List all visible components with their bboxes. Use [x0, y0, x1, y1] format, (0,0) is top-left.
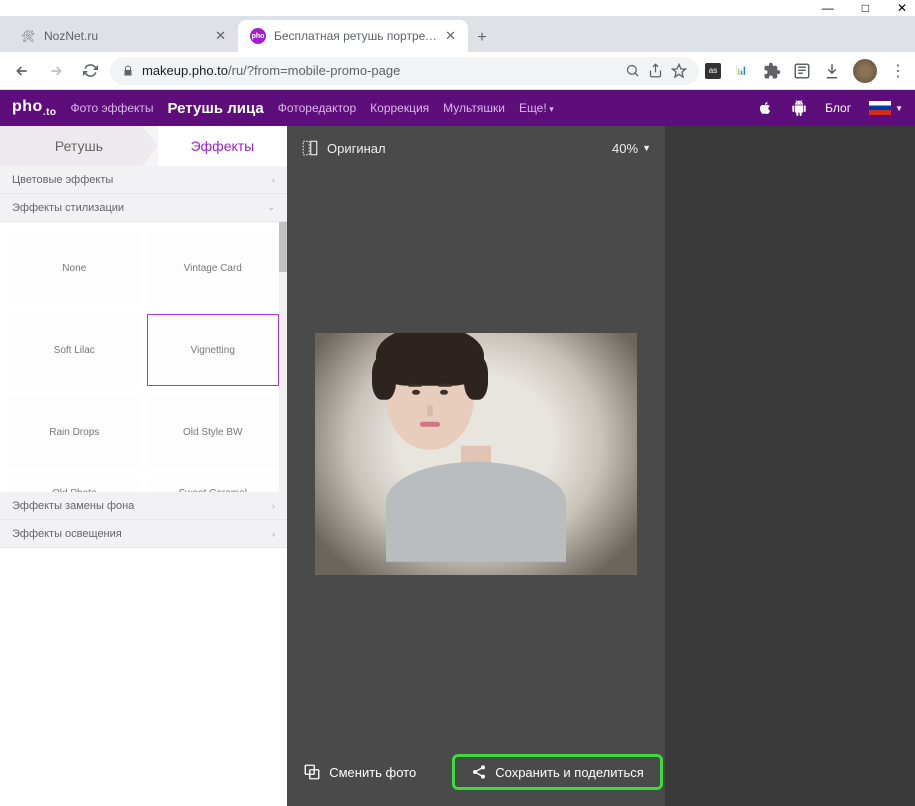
effect-vignetting[interactable]: Vignetting: [147, 314, 280, 386]
menu-icon[interactable]: ⋮: [889, 62, 907, 80]
accordion-background-effects[interactable]: Эффекты замены фона ›: [0, 492, 287, 520]
nav-face-retouch[interactable]: Ретушь лица: [168, 100, 264, 117]
right-panel: [665, 126, 915, 806]
new-tab-button[interactable]: +: [468, 24, 496, 52]
accordion-color-effects[interactable]: Цветовые эффекты ›: [0, 166, 287, 194]
extension-icon[interactable]: as: [705, 63, 721, 79]
address-bar[interactable]: makeup.pho.to/ru/?from=mobile-promo-page: [110, 57, 699, 85]
browser-tab[interactable]: 🛠 NozNet.ru ✕: [8, 20, 238, 52]
wrench-icon: 🛠: [20, 28, 36, 44]
zoom-control[interactable]: 40% ▼: [612, 141, 651, 156]
change-photo-button[interactable]: Сменить фото: [289, 755, 430, 789]
window-maximize[interactable]: □: [862, 1, 869, 15]
canvas-toolbar: Оригинал 40% ▼: [287, 126, 665, 170]
canvas-area: Оригинал 40% ▼: [287, 126, 665, 806]
chevron-right-icon: ›: [272, 501, 275, 511]
tab-effects[interactable]: Эффекты: [158, 126, 287, 166]
accordion-label: Эффекты стилизации: [12, 202, 124, 214]
accordion-stylization-effects[interactable]: Эффекты стилизации ⌄: [0, 194, 287, 222]
profile-avatar[interactable]: [853, 59, 877, 83]
button-label: Сменить фото: [329, 765, 416, 780]
effect-soft-lilac[interactable]: Soft Lilac: [8, 314, 141, 386]
effect-none[interactable]: None: [8, 232, 141, 304]
close-icon[interactable]: ✕: [215, 28, 226, 44]
compare-icon: [301, 139, 319, 157]
tab-retouch[interactable]: Ретушь: [0, 126, 158, 166]
back-button[interactable]: [8, 57, 36, 85]
search-icon[interactable]: [625, 63, 640, 78]
nav-photo-effects[interactable]: Фото эффекты: [71, 101, 154, 115]
extension-icon[interactable]: 📊: [733, 62, 751, 80]
effect-vintage-card[interactable]: Vintage Card: [147, 232, 280, 304]
close-icon[interactable]: ✕: [445, 28, 456, 44]
scrollbar[interactable]: [279, 222, 287, 492]
tab-title: Бесплатная ретушь портретных: [274, 29, 437, 43]
downloads-icon[interactable]: [823, 62, 841, 80]
sidebar-tabs: Ретушь Эффекты: [0, 126, 287, 166]
nav-correction[interactable]: Коррекция: [370, 101, 429, 115]
effect-old-photo[interactable]: Old Photo: [8, 478, 141, 492]
accordion-lighting-effects[interactable]: Эффекты освещения ›: [0, 520, 287, 548]
url-text: makeup.pho.to/ru/?from=mobile-promo-page: [142, 63, 400, 78]
share-icon[interactable]: [648, 63, 663, 78]
language-selector[interactable]: ▼: [869, 101, 903, 115]
window-close[interactable]: ✕: [897, 1, 907, 15]
save-share-button[interactable]: Сохранить и поделиться: [452, 754, 663, 790]
star-icon[interactable]: [671, 63, 687, 79]
button-label: Сохранить и поделиться: [495, 765, 644, 780]
swap-icon: [303, 763, 321, 781]
extensions-area: as 📊 ⋮: [705, 59, 907, 83]
site-favicon: pho: [250, 28, 266, 44]
nav-photo-editor[interactable]: Фоторедактор: [278, 101, 356, 115]
app-body: Ретушь Эффекты Цветовые эффекты › Эффект…: [0, 126, 915, 806]
effects-grid: None Vintage Card Soft Lilac Vignetting …: [0, 222, 287, 492]
canvas-viewport[interactable]: [287, 170, 665, 738]
nav-more[interactable]: Еще!: [519, 101, 554, 115]
original-toggle[interactable]: Оригинал: [301, 139, 386, 157]
sidebar: Ретушь Эффекты Цветовые эффекты › Эффект…: [0, 126, 287, 806]
browser-toolbar: makeup.pho.to/ru/?from=mobile-promo-page…: [0, 52, 915, 90]
chevron-down-icon: ▼: [642, 143, 651, 153]
browser-tab-active[interactable]: pho Бесплатная ретушь портретных ✕: [238, 20, 468, 52]
chevron-right-icon: ›: [272, 175, 275, 185]
android-icon[interactable]: [791, 99, 807, 117]
chevron-down-icon: ▼: [895, 104, 903, 113]
share-icon: [471, 764, 487, 780]
accordion-label: Цветовые эффекты: [12, 174, 113, 186]
nav-cartoons[interactable]: Мультяшки: [443, 101, 505, 115]
effect-old-style-bw[interactable]: Old Style BW: [147, 396, 280, 468]
apple-icon[interactable]: [757, 99, 773, 117]
original-label: Оригинал: [327, 141, 386, 156]
effect-sweet-caramel[interactable]: Sweet Caramel: [147, 478, 280, 492]
reload-button[interactable]: [76, 57, 104, 85]
reading-list-icon[interactable]: [793, 62, 811, 80]
browser-tabstrip: 🛠 NozNet.ru ✕ pho Бесплатная ретушь порт…: [0, 16, 915, 52]
arrow-right-icon: [48, 63, 64, 79]
accordion-label: Эффекты освещения: [12, 528, 122, 540]
accordion-label: Эффекты замены фона: [12, 500, 134, 512]
photo-preview: [315, 333, 637, 575]
effect-rain-drops[interactable]: Rain Drops: [8, 396, 141, 468]
scrollbar-thumb[interactable]: [279, 222, 287, 272]
lock-icon: [122, 65, 134, 77]
puzzle-icon[interactable]: [763, 62, 781, 80]
window-minimize[interactable]: —: [822, 1, 834, 15]
chevron-right-icon: ›: [272, 529, 275, 539]
chevron-down-icon: ⌄: [267, 202, 275, 213]
arrow-left-icon: [14, 63, 30, 79]
reload-icon: [83, 63, 98, 78]
site-header: pho.to Фото эффекты Ретушь лица Фотореда…: [0, 90, 915, 126]
tab-title: NozNet.ru: [44, 29, 207, 43]
flag-ru-icon: [869, 101, 891, 115]
canvas-actions: Сменить фото Сохранить и поделиться: [287, 738, 665, 806]
window-titlebar: — □ ✕: [0, 0, 915, 16]
zoom-value: 40%: [612, 141, 638, 156]
site-logo[interactable]: pho.to: [12, 98, 57, 118]
forward-button[interactable]: [42, 57, 70, 85]
nav-blog[interactable]: Блог: [825, 101, 851, 115]
